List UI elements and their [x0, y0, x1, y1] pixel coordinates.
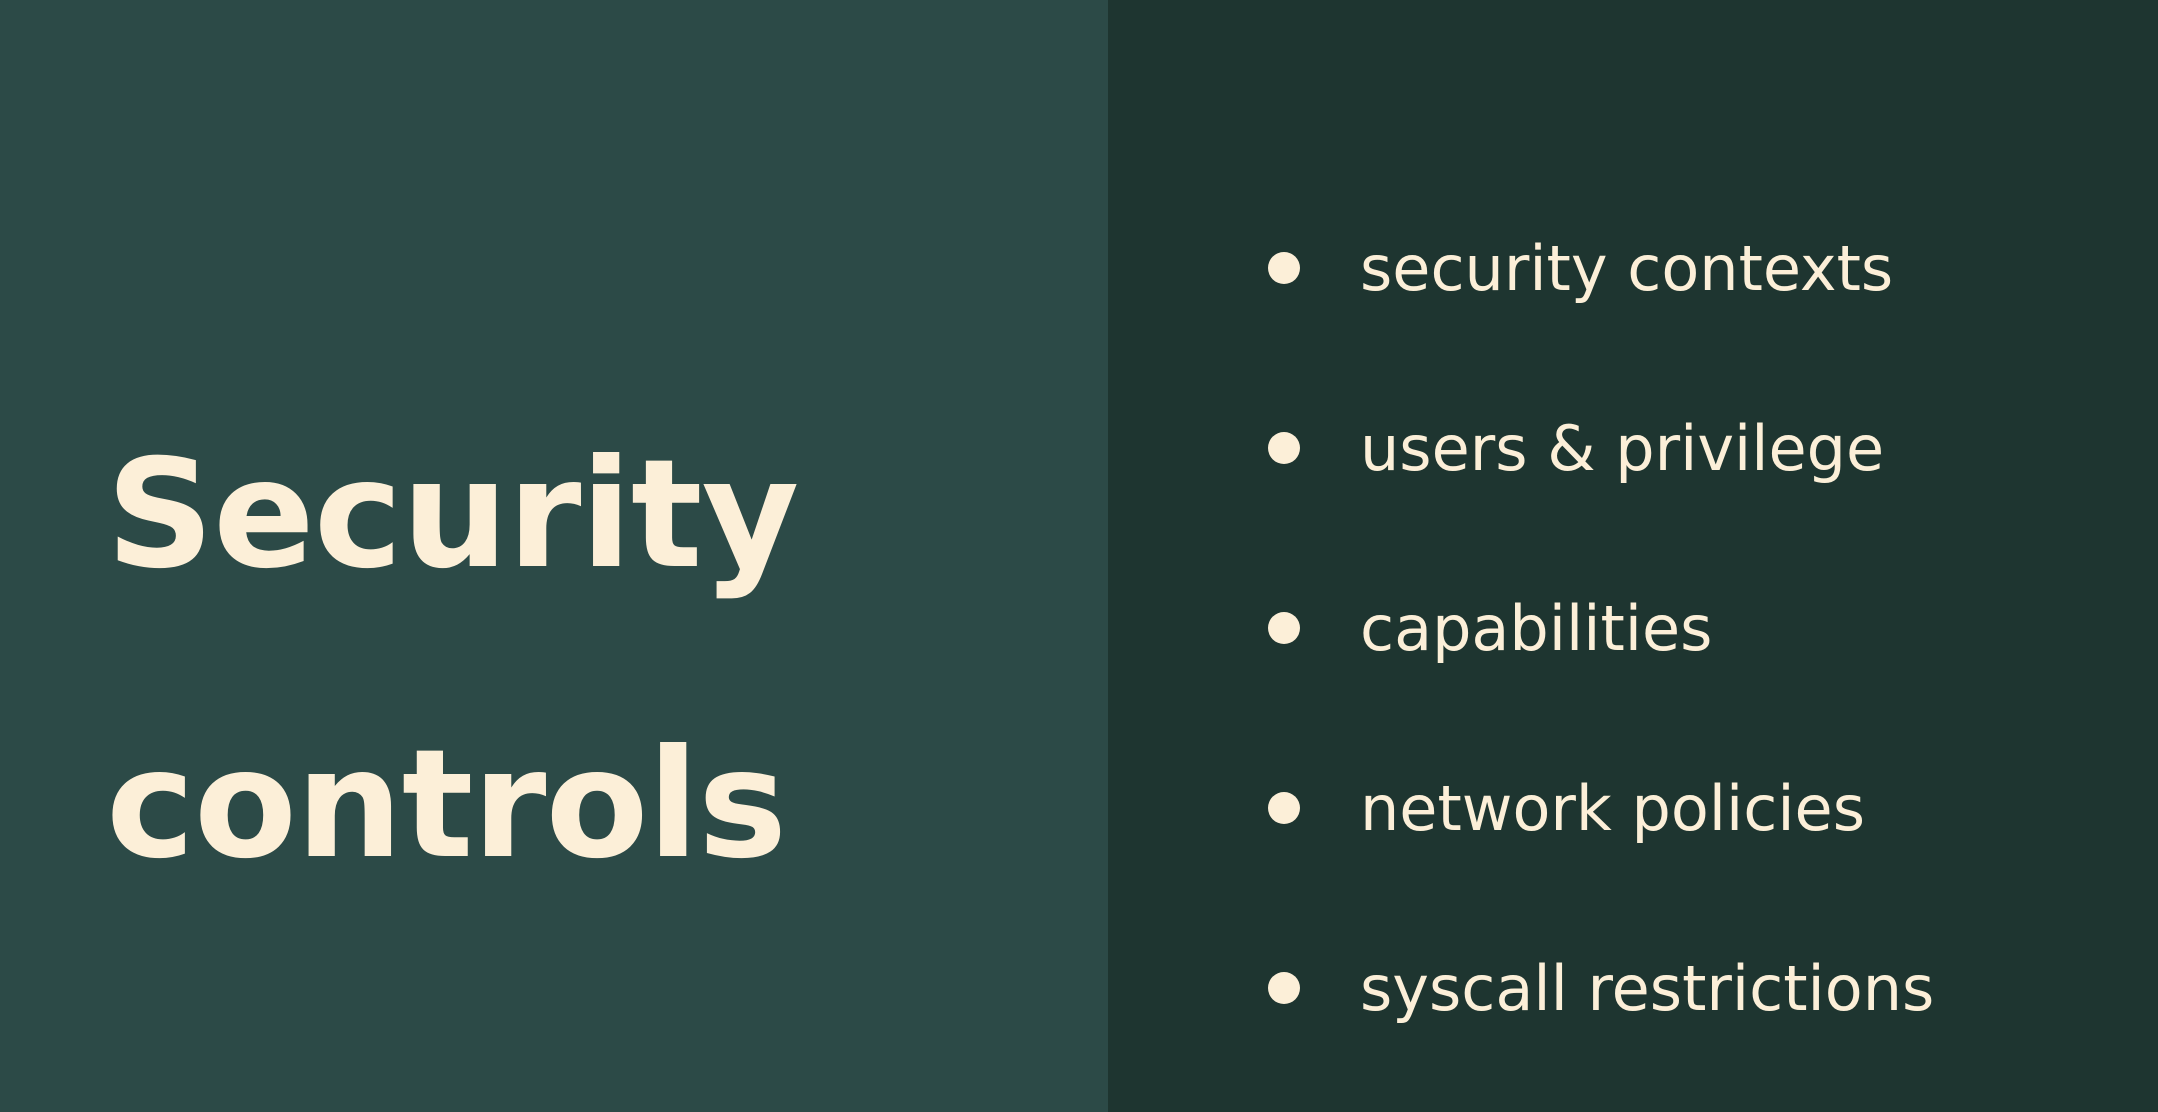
slide-title: Security controls — [106, 370, 799, 950]
presentation-slide: Security controls security contexts user… — [0, 0, 2158, 1112]
list-item: syscall restrictions — [1268, 898, 1934, 1078]
bullet-dot-icon — [1268, 972, 1300, 1004]
list-item: users & privilege — [1268, 358, 1934, 538]
bullet-text: users & privilege — [1360, 411, 1885, 485]
bullet-dot-icon — [1268, 252, 1300, 284]
bullet-list: security contexts users & privilege capa… — [1268, 178, 1934, 1078]
title-panel: Security controls — [0, 0, 1108, 1112]
bullet-text: security contexts — [1360, 231, 1894, 305]
list-item: capabilities — [1268, 538, 1934, 718]
slide-title-line-1: Security — [106, 428, 799, 602]
bullet-dot-icon — [1268, 612, 1300, 644]
list-item: network policies — [1268, 718, 1934, 898]
bullet-text: capabilities — [1360, 591, 1713, 665]
bullet-dot-icon — [1268, 432, 1300, 464]
bullet-text: syscall restrictions — [1360, 951, 1935, 1025]
bullet-dot-icon — [1268, 792, 1300, 824]
bullets-panel: security contexts users & privilege capa… — [1108, 0, 2158, 1112]
bullet-text: network policies — [1360, 771, 1865, 845]
slide-title-line-2: controls — [106, 718, 787, 892]
list-item: security contexts — [1268, 178, 1934, 358]
